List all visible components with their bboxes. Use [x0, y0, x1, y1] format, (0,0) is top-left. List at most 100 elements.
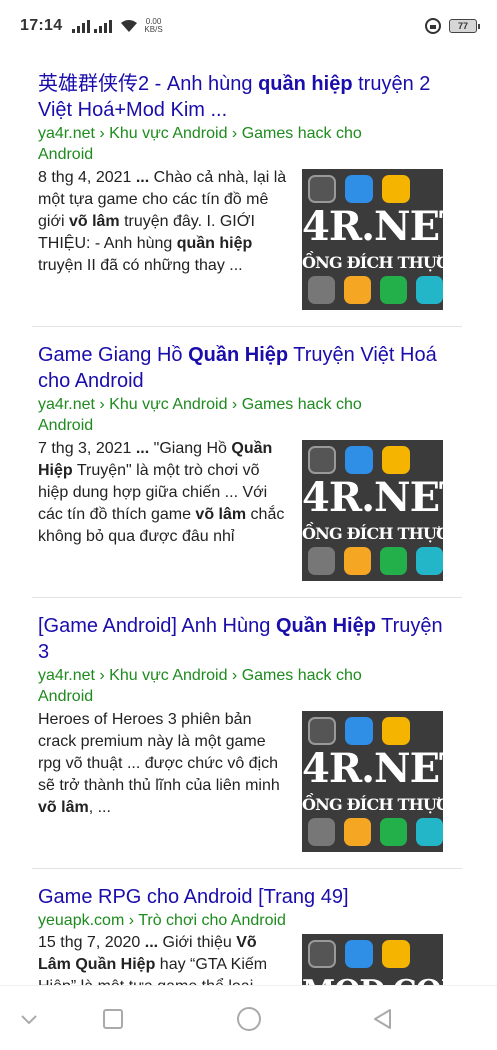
- result-url-line: Android: [38, 146, 94, 163]
- notes-icon: [308, 547, 335, 575]
- search-result: 英雄群侠传2 - Anh hùng quần hiệp truyện 2 Việ…: [0, 60, 497, 330]
- result-thumbnail[interactable]: 4R.NET ỒNG ĐÍCH THỰC: [302, 440, 443, 581]
- thumb-app-row: [302, 717, 443, 745]
- back-triangle-icon[interactable]: [368, 1004, 398, 1034]
- result-url[interactable]: ya4r.net › Khu vực Android › Games hack …: [38, 394, 438, 436]
- gear-icon: [382, 940, 410, 968]
- status-time: 17:14: [20, 17, 63, 34]
- result-snippet: 7 thg 3, 2021 ... "Giang Hồ Quần Hiệp Tr…: [38, 438, 288, 548]
- camera-icon: [308, 175, 336, 203]
- camera-icon: [308, 717, 336, 745]
- folder-icon: [344, 276, 371, 304]
- wifi-icon: [121, 20, 138, 32]
- thumb-app-row: [302, 175, 443, 203]
- highlighted-text: quần hiệp: [176, 235, 253, 252]
- search-result: Game RPG cho Android [Trang 49] yeuapk.c…: [0, 873, 497, 985]
- search-result: [Game Android] Anh Hùng Quần Hiệp Truyện…: [0, 602, 497, 872]
- camera-icon: [308, 940, 336, 968]
- result-title-link[interactable]: Game RPG cho Android [Trang 49]: [38, 884, 478, 910]
- recents-square-icon[interactable]: [98, 1004, 128, 1034]
- gear-icon: [382, 175, 410, 203]
- result-thumbnail[interactable]: MOD.COM: [302, 934, 443, 985]
- orientation-lock-icon: [425, 18, 441, 34]
- apps-icon: [416, 547, 443, 575]
- signal-bars-icon: [72, 19, 91, 33]
- result-snippet: 8 thg 4, 2021 ... Chào cả nhà, lại là mộ…: [38, 167, 288, 277]
- highlighted-text: ...: [144, 934, 159, 951]
- result-url-line: Android: [38, 688, 94, 705]
- text-segment: 15 thg 7, 2020: [38, 934, 145, 951]
- signal-bars-icon: [94, 19, 113, 33]
- notes-icon: [308, 818, 335, 846]
- navigation-bar: [0, 985, 497, 1050]
- thumb-app-row: [302, 446, 443, 474]
- highlighted-text: võ lâm: [38, 799, 89, 816]
- highlighted-text: Quần Hiệp: [188, 344, 289, 366]
- phone-icon: [380, 547, 407, 575]
- text-segment: [Game Android] Anh Hùng: [38, 615, 276, 637]
- battery-level: 77: [457, 21, 468, 31]
- search-result: Game Giang Hồ Quần Hiệp Truyện Việt Hoá …: [0, 331, 497, 601]
- highlighted-text: võ lâm: [68, 213, 120, 230]
- highlighted-text: Quần Hiệp: [275, 615, 376, 637]
- thumb-watermark: 4R.NET: [302, 745, 443, 792]
- camera-icon: [308, 446, 336, 474]
- thumb-watermark-sub: ỒNG ĐÍCH THỰC: [302, 253, 443, 272]
- battery-icon: 77: [449, 19, 480, 33]
- text-segment: "Giang Hồ: [149, 440, 232, 457]
- thumb-app-row: [302, 547, 443, 575]
- apps-icon: [416, 276, 443, 304]
- text-segment: 7 thg 3, 2021: [38, 440, 136, 457]
- text-segment: 英雄群侠传2 - Anh hùng: [38, 73, 259, 95]
- cloud-icon: [345, 446, 373, 474]
- thumb-app-row: [302, 276, 443, 304]
- result-url-line: ya4r.net › Khu vực Android › Games hack …: [38, 396, 362, 413]
- network-speed-unit: KB/S: [144, 25, 163, 34]
- folder-icon: [344, 818, 371, 846]
- divider: [32, 597, 462, 598]
- result-url[interactable]: yeuapk.com › Trò chơi cho Android: [38, 910, 438, 931]
- result-url-line: yeuapk.com › Trò chơi cho Android: [38, 912, 286, 929]
- text-segment: , ...: [88, 799, 111, 816]
- chevron-down-icon[interactable]: [14, 1004, 44, 1034]
- folder-icon: [344, 547, 371, 575]
- result-title-link[interactable]: 英雄群侠传2 - Anh hùng quần hiệp truyện 2 Việ…: [38, 71, 458, 123]
- result-url-line: ya4r.net › Khu vực Android › Games hack …: [38, 125, 362, 142]
- highlighted-text: võ lâm: [195, 506, 247, 523]
- divider: [32, 868, 462, 869]
- text-segment: 8 thg 4, 2021: [38, 169, 136, 186]
- network-speed: 0.00 KB/S: [144, 18, 162, 34]
- result-title-link[interactable]: [Game Android] Anh Hùng Quần Hiệp Truyện…: [38, 613, 458, 665]
- text-segment: Giới thiệu: [158, 934, 237, 951]
- cloud-icon: [345, 175, 373, 203]
- thumb-watermark-sub: ỒNG ĐÍCH THỰC: [302, 524, 443, 543]
- thumb-app-row: [302, 818, 443, 846]
- gear-icon: [382, 717, 410, 745]
- home-circle-icon[interactable]: [234, 1004, 264, 1034]
- status-bar: 17:14 0.00 KB/S 77: [0, 0, 497, 52]
- result-url[interactable]: ya4r.net › Khu vực Android › Games hack …: [38, 665, 438, 707]
- thumb-watermark-sub: ỒNG ĐÍCH THỰC: [302, 795, 443, 814]
- result-snippet: 15 thg 7, 2020 ... Giới thiệu Võ Lâm Quầ…: [38, 932, 288, 985]
- divider: [32, 326, 462, 327]
- highlighted-text: ...: [135, 440, 150, 457]
- result-url-line: ya4r.net › Khu vực Android › Games hack …: [38, 667, 362, 684]
- text-segment: Game RPG cho Android [Trang 49]: [38, 886, 349, 908]
- thumb-watermark: MOD.COM: [302, 971, 443, 985]
- highlighted-text: quần hiệp: [258, 73, 353, 95]
- notes-icon: [308, 276, 335, 304]
- thumb-app-row: [302, 940, 443, 968]
- text-segment: Heroes of Heroes 3 phiên bản crack premi…: [38, 711, 280, 794]
- result-url-line: Android: [38, 417, 94, 434]
- result-url[interactable]: ya4r.net › Khu vực Android › Games hack …: [38, 123, 438, 165]
- phone-icon: [380, 276, 407, 304]
- cloud-icon: [345, 717, 373, 745]
- text-segment: Game Giang Hồ: [38, 344, 189, 366]
- gear-icon: [382, 446, 410, 474]
- result-title-link[interactable]: Game Giang Hồ Quần Hiệp Truyện Việt Hoá …: [38, 342, 458, 394]
- result-thumbnail[interactable]: 4R.NET ỒNG ĐÍCH THỰC: [302, 169, 443, 310]
- apps-icon: [416, 818, 443, 846]
- result-snippet: Heroes of Heroes 3 phiên bản crack premi…: [38, 709, 288, 819]
- highlighted-text: ...: [135, 169, 150, 186]
- result-thumbnail[interactable]: 4R.NET ỒNG ĐÍCH THỰC: [302, 711, 443, 852]
